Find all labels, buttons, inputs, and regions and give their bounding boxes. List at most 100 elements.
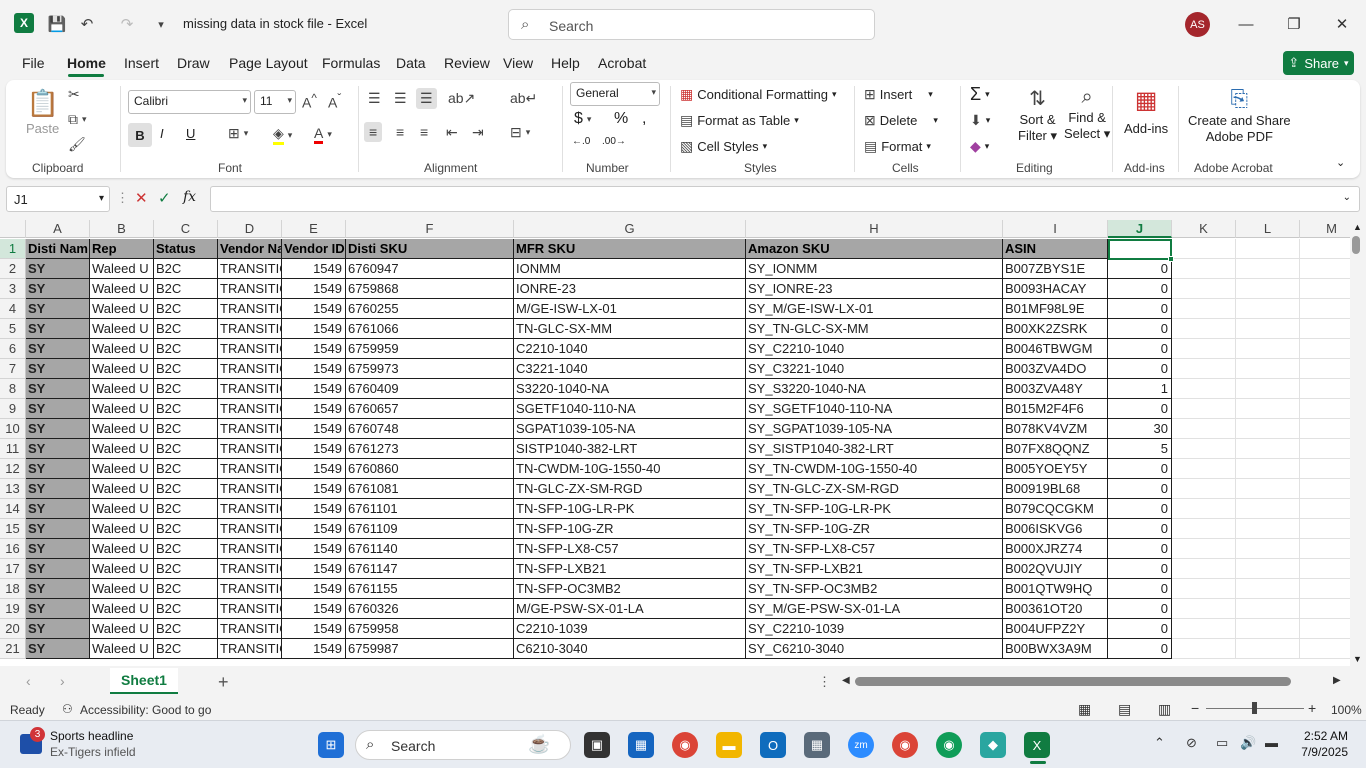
- table-cell[interactable]: [1236, 359, 1300, 379]
- customize-toolbar-icon[interactable]: ▾: [152, 12, 170, 36]
- zoom-level[interactable]: 100%: [1331, 703, 1362, 717]
- table-cell[interactable]: 1549: [282, 359, 346, 379]
- table-cell[interactable]: 0: [1108, 539, 1172, 559]
- tray-battery-icon[interactable]: ▬: [1265, 735, 1278, 750]
- table-cell[interactable]: TRANSITIO: [218, 499, 282, 519]
- tray-chevron-icon[interactable]: ⌃: [1154, 735, 1165, 751]
- table-cell[interactable]: [1236, 559, 1300, 579]
- decrease-decimal-icon[interactable]: .00→: [602, 136, 626, 147]
- table-cell[interactable]: SY_M/GE-PSW-SX-01-LA: [746, 599, 1003, 619]
- table-cell[interactable]: 1549: [282, 519, 346, 539]
- table-cell[interactable]: 0: [1108, 339, 1172, 359]
- table-cell[interactable]: 6761273: [346, 439, 514, 459]
- tab-data[interactable]: Data: [396, 55, 426, 71]
- table-cell[interactable]: SY: [26, 379, 90, 399]
- table-cell[interactable]: Waleed U: [90, 419, 154, 439]
- table-cell[interactable]: [1172, 479, 1236, 499]
- table-cell[interactable]: Waleed U: [90, 539, 154, 559]
- header-cell[interactable]: Disti Nam: [26, 239, 90, 259]
- table-cell[interactable]: TRANSITIO: [218, 279, 282, 299]
- table-cell[interactable]: Waleed U: [90, 319, 154, 339]
- chrome-profile-icon[interactable]: ◉: [892, 732, 918, 758]
- table-cell[interactable]: SY: [26, 399, 90, 419]
- column-header-h[interactable]: H: [746, 220, 1003, 238]
- header-cell[interactable]: [1172, 239, 1236, 259]
- row-header[interactable]: 17: [0, 559, 26, 579]
- table-cell[interactable]: 1549: [282, 619, 346, 639]
- table-cell[interactable]: SY: [26, 319, 90, 339]
- table-cell[interactable]: M/GE-ISW-LX-01: [514, 299, 746, 319]
- table-cell[interactable]: SY: [26, 259, 90, 279]
- insert-cells-button[interactable]: ⊞ Insert ▾: [864, 86, 933, 103]
- column-header-j[interactable]: J: [1108, 220, 1172, 238]
- table-cell[interactable]: 0: [1108, 299, 1172, 319]
- table-cell[interactable]: [1172, 399, 1236, 419]
- header-cell[interactable]: [1300, 239, 1350, 259]
- table-cell[interactable]: [1172, 359, 1236, 379]
- share-button[interactable]: ⇪ Share ▾: [1283, 51, 1354, 75]
- table-cell[interactable]: [1172, 539, 1236, 559]
- table-cell[interactable]: SY: [26, 539, 90, 559]
- table-cell[interactable]: [1300, 559, 1350, 579]
- table-cell[interactable]: IONMM: [514, 259, 746, 279]
- table-cell[interactable]: SY_S3220-1040-NA: [746, 379, 1003, 399]
- table-cell[interactable]: Waleed U: [90, 599, 154, 619]
- table-cell[interactable]: TRANSITIO: [218, 459, 282, 479]
- table-cell[interactable]: SY: [26, 499, 90, 519]
- sheet-tab-sheet1[interactable]: Sheet1: [110, 668, 178, 694]
- table-cell[interactable]: [1236, 259, 1300, 279]
- table-cell[interactable]: SY_TN-SFP-LXB21: [746, 559, 1003, 579]
- table-cell[interactable]: B2C: [154, 399, 218, 419]
- table-cell[interactable]: SISTP1040-382-LRT: [514, 439, 746, 459]
- tab-formulas[interactable]: Formulas: [322, 55, 380, 71]
- fill-color-icon[interactable]: ◈ ▾: [273, 125, 292, 145]
- table-cell[interactable]: TRANSITIO: [218, 479, 282, 499]
- sort-filter-button[interactable]: ⇅ Sort & Filter ▾: [1018, 86, 1057, 144]
- header-cell[interactable]: Vendor Na: [218, 239, 282, 259]
- start-icon[interactable]: ⊞: [318, 732, 344, 758]
- table-cell[interactable]: 0: [1108, 279, 1172, 299]
- table-cell[interactable]: [1300, 639, 1350, 659]
- table-cell[interactable]: B0046TBWGM: [1003, 339, 1108, 359]
- chrome-icon[interactable]: ◉: [672, 732, 698, 758]
- table-cell[interactable]: TRANSITIO: [218, 359, 282, 379]
- align-left-icon[interactable]: ≡: [364, 122, 383, 142]
- tab-draw[interactable]: Draw: [177, 55, 210, 71]
- align-bottom-icon[interactable]: ☰: [416, 88, 437, 109]
- table-cell[interactable]: 6760409: [346, 379, 514, 399]
- table-cell[interactable]: B00919BL68: [1003, 479, 1108, 499]
- calculator-icon[interactable]: ▦: [804, 732, 830, 758]
- tab-home[interactable]: Home: [67, 55, 106, 71]
- table-cell[interactable]: 1549: [282, 639, 346, 659]
- table-cell[interactable]: B006ISKVG6: [1003, 519, 1108, 539]
- table-cell[interactable]: TRANSITIO: [218, 639, 282, 659]
- currency-icon[interactable]: $ ▾: [574, 110, 591, 128]
- outlook-icon[interactable]: O: [760, 732, 786, 758]
- table-cell[interactable]: 6761109: [346, 519, 514, 539]
- table-cell[interactable]: [1172, 559, 1236, 579]
- row-header[interactable]: 18: [0, 579, 26, 599]
- table-cell[interactable]: SGETF1040-110-NA: [514, 399, 746, 419]
- table-cell[interactable]: TRANSITIO: [218, 419, 282, 439]
- align-right-icon[interactable]: ≡: [420, 124, 428, 140]
- column-header-e[interactable]: E: [282, 220, 346, 238]
- fill-handle[interactable]: [1168, 256, 1174, 262]
- row-header[interactable]: 2: [0, 259, 26, 279]
- enter-icon[interactable]: ✓: [158, 189, 171, 207]
- table-cell[interactable]: 6759987: [346, 639, 514, 659]
- table-cell[interactable]: 0: [1108, 319, 1172, 339]
- table-cell[interactable]: 6761081: [346, 479, 514, 499]
- table-cell[interactable]: B0093HACAY: [1003, 279, 1108, 299]
- table-cell[interactable]: 1549: [282, 579, 346, 599]
- wrap-text-icon[interactable]: ab↵: [510, 90, 537, 107]
- decrease-font-icon[interactable]: Aˇ: [328, 92, 341, 111]
- table-cell[interactable]: B2C: [154, 379, 218, 399]
- tray-volume-icon[interactable]: 🔊: [1240, 735, 1256, 751]
- zoom-app-icon[interactable]: zm: [848, 732, 874, 758]
- table-cell[interactable]: B00361OT20: [1003, 599, 1108, 619]
- formula-input[interactable]: ⌄: [210, 186, 1360, 212]
- table-cell[interactable]: [1236, 639, 1300, 659]
- table-cell[interactable]: [1236, 599, 1300, 619]
- table-cell[interactable]: B2C: [154, 619, 218, 639]
- bold-button[interactable]: B: [128, 123, 152, 147]
